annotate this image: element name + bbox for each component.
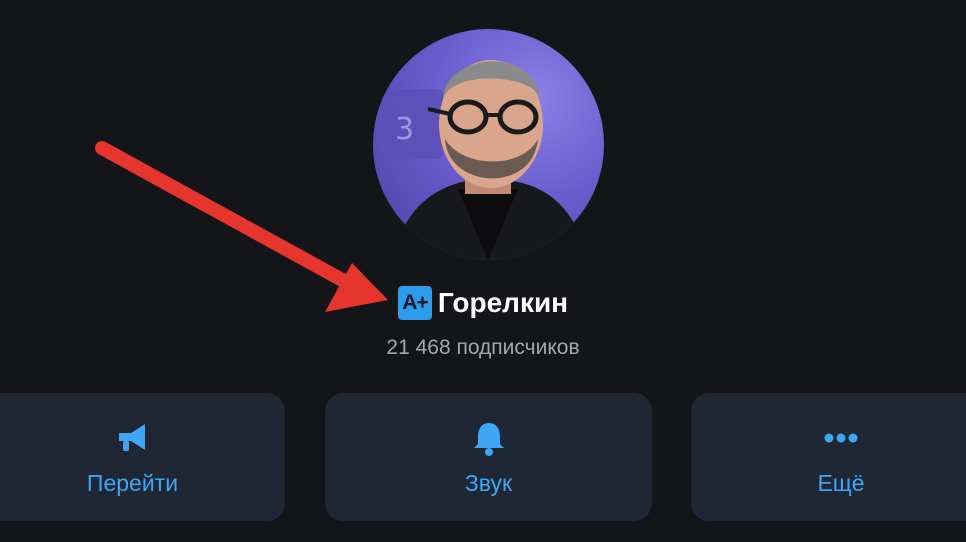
more-button[interactable]: Ещё [691,393,966,521]
bell-icon [469,418,509,458]
go-button-label: Перейти [86,469,179,496]
avatar-photo: 3 [383,60,588,260]
subscriber-count: 21 468 подписчиков [386,336,580,359]
channel-avatar[interactable]: 3 [373,29,604,260]
go-button[interactable]: Перейти [0,393,285,521]
more-dots-icon [821,418,861,458]
svg-text:3: 3 [395,112,414,147]
channel-name: Горелкин [437,287,569,318]
megaphone-icon [113,418,153,458]
more-button-label: Ещё [817,469,865,496]
verified-badge-icon: A+ [397,286,432,320]
sound-button[interactable]: Звук [325,393,652,521]
sound-button-label: Звук [464,469,513,496]
channel-title-row: A+ Горелкин [0,283,966,323]
